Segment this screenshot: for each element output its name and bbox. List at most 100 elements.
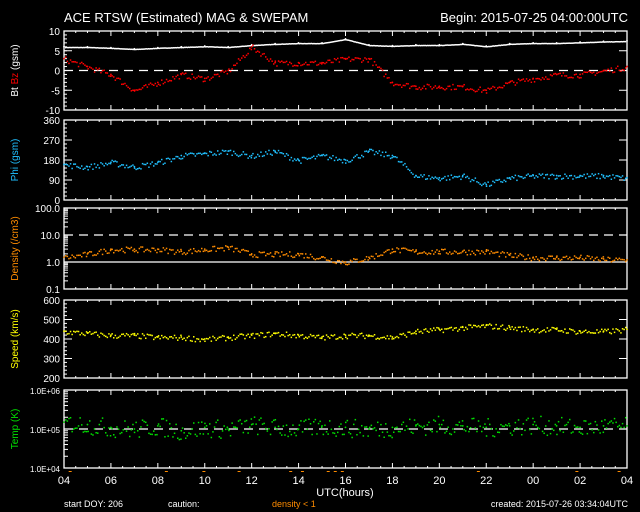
data-point bbox=[469, 324, 472, 326]
data-point-hourly bbox=[391, 248, 394, 251]
chart-title: ACE RTSW (Estimated) MAG & SWEPAM bbox=[64, 10, 308, 25]
data-point bbox=[476, 90, 478, 92]
data-point bbox=[460, 85, 462, 87]
data-point bbox=[185, 72, 187, 75]
data-point bbox=[266, 153, 269, 155]
data-point bbox=[469, 88, 472, 90]
data-point bbox=[548, 78, 550, 81]
data-point bbox=[77, 330, 80, 333]
data-point bbox=[249, 47, 251, 50]
data-point bbox=[148, 83, 150, 86]
data-point bbox=[354, 418, 357, 421]
data-point bbox=[404, 247, 406, 250]
data-point bbox=[327, 433, 329, 435]
data-point bbox=[537, 77, 539, 80]
data-point bbox=[469, 180, 472, 183]
data-point bbox=[186, 435, 189, 437]
data-point bbox=[511, 326, 513, 328]
data-point bbox=[540, 79, 542, 81]
caution-mark bbox=[333, 471, 337, 472]
data-point bbox=[511, 256, 513, 258]
data-point bbox=[381, 336, 384, 339]
data-point bbox=[303, 63, 305, 65]
data-point bbox=[586, 173, 589, 175]
data-point bbox=[541, 329, 544, 332]
data-point bbox=[567, 421, 569, 424]
data-point bbox=[66, 420, 69, 422]
data-point bbox=[225, 428, 227, 431]
data-point-hourly bbox=[227, 150, 230, 153]
data-point bbox=[253, 416, 256, 418]
data-point bbox=[71, 254, 73, 256]
data-point bbox=[569, 418, 571, 421]
data-point bbox=[279, 152, 281, 154]
data-point-hourly bbox=[156, 248, 159, 251]
data-point bbox=[361, 332, 363, 335]
data-point bbox=[228, 248, 230, 251]
data-point bbox=[493, 327, 496, 330]
data-point bbox=[623, 328, 625, 331]
data-point bbox=[346, 159, 349, 162]
y-axis-label: Temp (K) bbox=[10, 409, 21, 450]
data-point bbox=[149, 250, 152, 253]
data-point bbox=[97, 164, 99, 166]
data-point bbox=[409, 249, 411, 252]
data-point bbox=[509, 328, 512, 331]
data-point bbox=[569, 76, 571, 79]
data-point bbox=[188, 432, 190, 434]
data-point bbox=[201, 76, 203, 78]
data-point bbox=[367, 435, 369, 437]
data-point bbox=[537, 426, 539, 429]
data-point-hourly bbox=[86, 332, 89, 335]
data-point-hourly bbox=[321, 336, 323, 338]
data-point-hourly bbox=[133, 428, 136, 430]
data-point bbox=[133, 431, 136, 434]
data-point bbox=[585, 177, 587, 179]
data-point bbox=[111, 427, 113, 430]
data-point bbox=[404, 429, 406, 431]
data-point bbox=[546, 78, 549, 80]
data-point bbox=[615, 421, 617, 424]
data-point bbox=[265, 335, 267, 338]
data-point bbox=[167, 338, 169, 340]
data-point bbox=[90, 333, 93, 335]
data-point bbox=[306, 158, 309, 160]
data-point bbox=[620, 176, 622, 179]
data-point bbox=[295, 159, 297, 162]
data-point bbox=[269, 433, 272, 436]
data-point bbox=[263, 251, 265, 253]
data-point bbox=[207, 250, 209, 253]
data-point bbox=[458, 328, 461, 331]
data-point bbox=[319, 420, 321, 423]
data-point bbox=[529, 257, 531, 260]
data-point bbox=[341, 338, 344, 340]
data-point bbox=[586, 331, 589, 334]
data-point bbox=[349, 160, 352, 163]
data-point bbox=[436, 87, 438, 89]
data-point bbox=[431, 249, 433, 252]
data-point bbox=[218, 75, 221, 78]
data-point bbox=[185, 152, 187, 155]
data-point bbox=[133, 250, 136, 253]
data-point bbox=[596, 329, 598, 331]
data-point bbox=[404, 84, 406, 87]
data-point bbox=[625, 260, 627, 263]
data-point bbox=[535, 256, 537, 258]
data-point bbox=[439, 179, 441, 182]
data-point bbox=[397, 160, 400, 163]
data-point bbox=[501, 324, 504, 326]
data-point bbox=[596, 256, 598, 259]
data-point bbox=[308, 418, 310, 421]
data-point bbox=[540, 330, 542, 333]
data-point-hourly bbox=[203, 77, 206, 80]
data-point bbox=[140, 246, 142, 248]
data-point bbox=[148, 166, 150, 168]
data-point bbox=[511, 176, 513, 178]
data-point bbox=[341, 161, 344, 164]
data-point bbox=[340, 423, 342, 425]
data-point bbox=[290, 62, 293, 65]
data-point-hourly bbox=[274, 61, 277, 64]
data-point bbox=[268, 60, 270, 62]
data-point-hourly bbox=[133, 334, 136, 336]
data-point bbox=[194, 250, 197, 252]
